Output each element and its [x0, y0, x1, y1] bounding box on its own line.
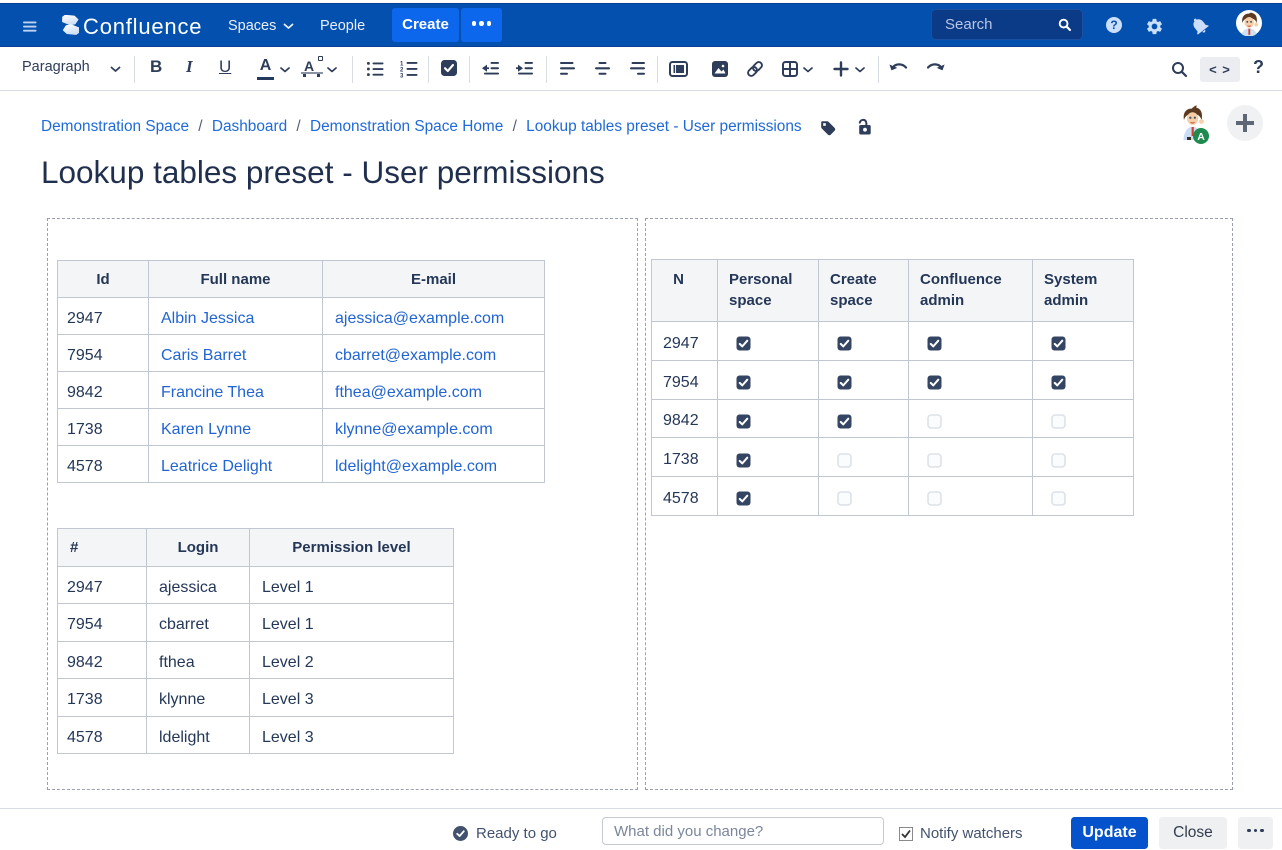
svg-text:3: 3: [400, 74, 404, 79]
svg-text:A: A: [1197, 131, 1205, 143]
